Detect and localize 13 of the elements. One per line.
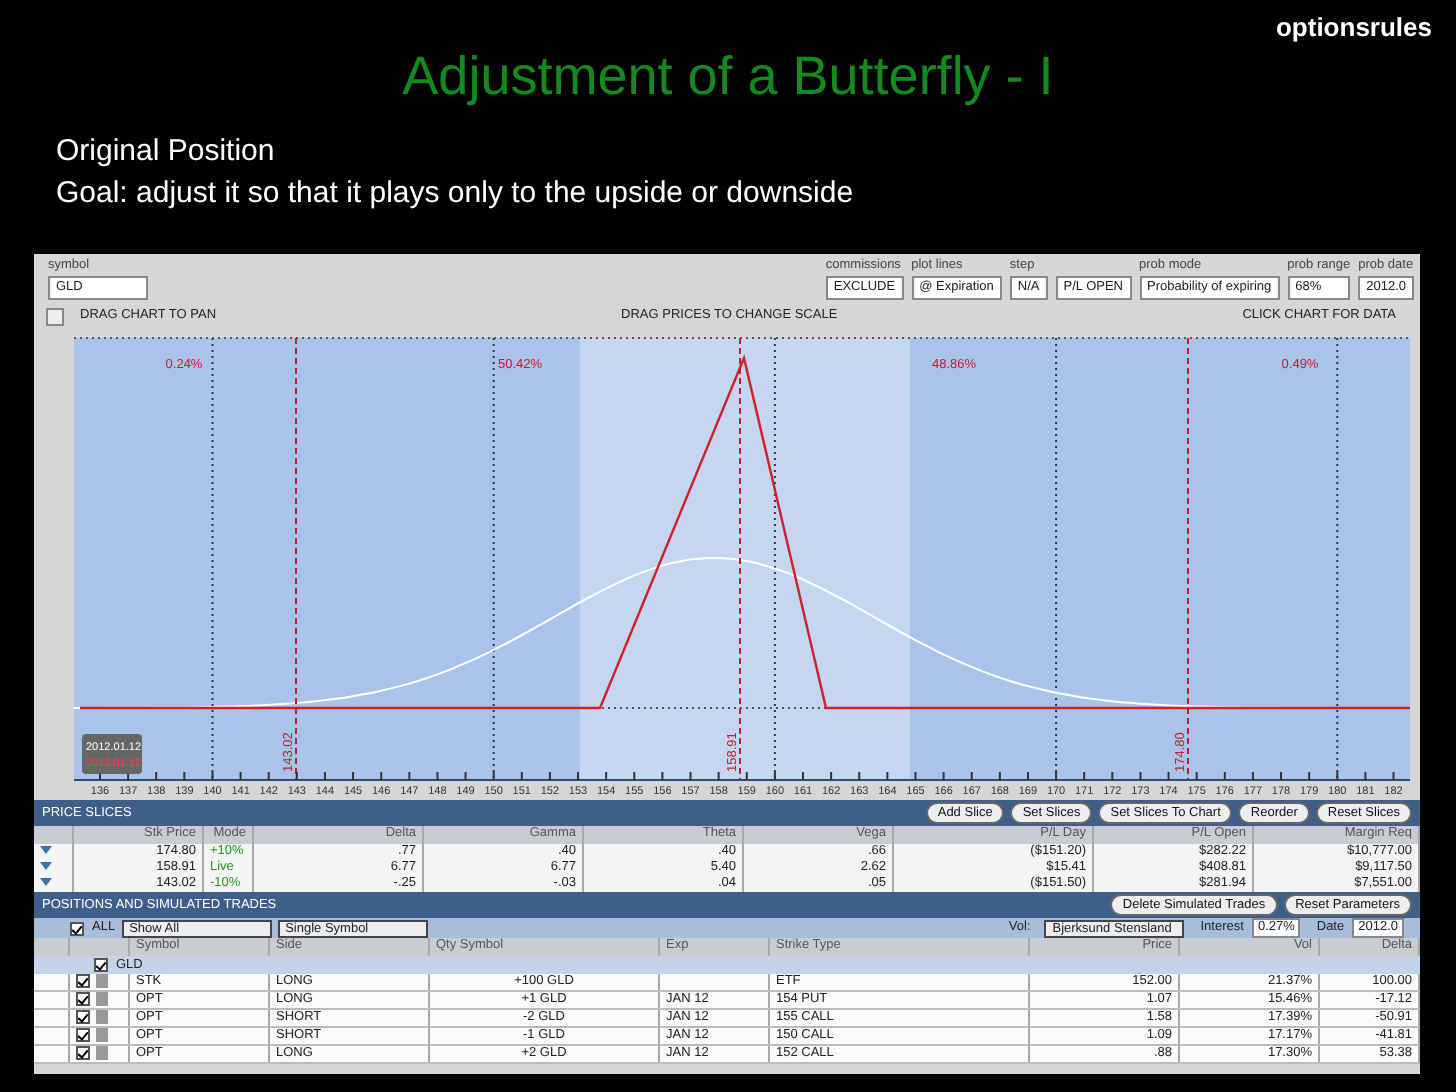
checkbox[interactable]	[76, 1028, 90, 1042]
date-tooltip	[82, 734, 142, 774]
slide-text: Original Position	[54, 132, 277, 172]
checkbox[interactable]	[70, 921, 84, 935]
checkbox[interactable]	[76, 1046, 90, 1060]
checkbox[interactable]	[94, 958, 108, 972]
checkbox[interactable]	[76, 1010, 90, 1024]
checkbox[interactable]	[76, 974, 90, 988]
collapse-icon[interactable]	[46, 307, 64, 325]
checkbox[interactable]	[76, 992, 90, 1006]
slide-title: Adjustment of a Butterfly - I	[402, 44, 1054, 109]
slide-text: Goal: adjust it so that it plays only to the upside or downside	[54, 174, 856, 214]
logo-text: optionsrules	[1275, 10, 1432, 46]
